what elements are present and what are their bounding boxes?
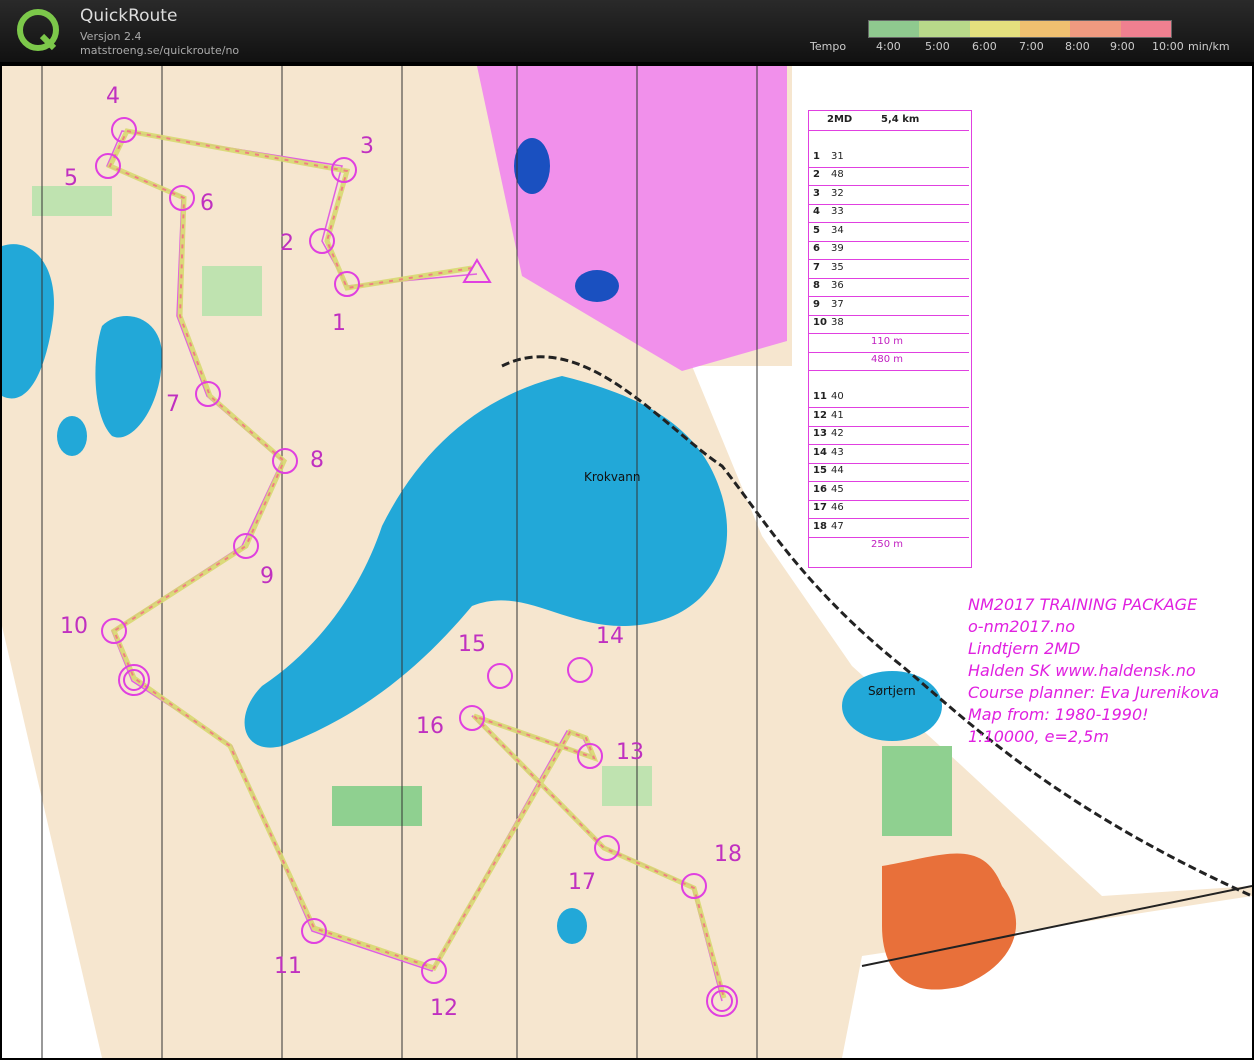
map-canvas bbox=[2, 66, 1252, 1058]
tempo-color-segment bbox=[1120, 21, 1171, 37]
desc-row: 1 31 bbox=[809, 148, 969, 168]
info-line: Lindtjern 2MD bbox=[968, 639, 1081, 658]
tempo-tick: 4:00 bbox=[876, 40, 901, 53]
info-line: NM2017 TRAINING PACKAGE bbox=[968, 595, 1198, 614]
desc-row: 14 43 bbox=[809, 444, 969, 464]
desc-row: 10 38 bbox=[809, 314, 969, 334]
tempo-unit: min/km bbox=[1188, 40, 1230, 53]
info-line: Map from: 1980-1990! bbox=[968, 705, 1149, 724]
control-label: 6 bbox=[200, 191, 214, 216]
app-header: QuickRoute Versjon 2.4 matstroeng.se/qui… bbox=[0, 0, 1254, 62]
info-line: o-nm2017.no bbox=[968, 617, 1076, 636]
desc-row: 7 35 bbox=[809, 259, 969, 279]
app-url[interactable]: matstroeng.se/quickroute/no bbox=[80, 44, 239, 57]
desc-header: 2MD 5,4 km bbox=[809, 111, 969, 131]
control-label: 11 bbox=[274, 954, 302, 979]
control-label: 18 bbox=[714, 842, 742, 867]
tempo-color-segment bbox=[1070, 21, 1121, 37]
control-label: 4 bbox=[106, 84, 120, 109]
desc-leg: 250 m bbox=[871, 539, 904, 550]
control-label: 14 bbox=[596, 624, 624, 649]
desc-row: 13 42 bbox=[809, 425, 969, 445]
tempo-tick: 6:00 bbox=[972, 40, 997, 53]
desc-row: 11 40 bbox=[809, 388, 969, 408]
desc-row: 5 34 bbox=[809, 222, 969, 242]
desc-row: 12 41 bbox=[809, 407, 969, 427]
course-name: 2MD bbox=[827, 114, 853, 125]
tempo-tick: 7:00 bbox=[1019, 40, 1044, 53]
control-label: 9 bbox=[260, 564, 274, 589]
desc-leg: 110 m bbox=[809, 333, 969, 353]
desc-row: 17 46 bbox=[809, 499, 969, 519]
tempo-color-segment bbox=[919, 21, 970, 37]
desc-row: 3 32 bbox=[809, 185, 969, 205]
course-length: 5,4 km bbox=[881, 114, 920, 125]
tempo-label: Tempo bbox=[810, 40, 847, 53]
control-label: 3 bbox=[360, 134, 374, 159]
desc-row: 16 45 bbox=[809, 481, 969, 501]
control-label: 2 bbox=[280, 231, 294, 256]
info-line: Course planner: Eva Jurenikova bbox=[968, 683, 1220, 702]
tempo-tick: 8:00 bbox=[1065, 40, 1090, 53]
control-label: 5 bbox=[64, 166, 78, 191]
app-version: Versjon 2.4 bbox=[80, 30, 142, 43]
control-label: 13 bbox=[616, 740, 644, 765]
control-label: 8 bbox=[310, 448, 324, 473]
control-label: 17 bbox=[568, 870, 596, 895]
control-label: 10 bbox=[60, 614, 88, 639]
lake-label: Sørtjern bbox=[868, 684, 916, 698]
lake-label: Krokvann bbox=[584, 470, 641, 484]
tempo-color-segment bbox=[1019, 21, 1071, 37]
desc-row: 4 33 bbox=[809, 203, 969, 223]
desc-row: 2 48 bbox=[809, 166, 969, 186]
tempo-tick: 5:00 bbox=[925, 40, 950, 53]
desc-row: 9 37 bbox=[809, 296, 969, 316]
control-label: 7 bbox=[166, 392, 180, 417]
map-info-text: NM2017 TRAINING PACKAGE o-nm2017.no Lind… bbox=[968, 594, 1219, 748]
desc-row: 6 39 bbox=[809, 240, 969, 260]
control-label: 16 bbox=[416, 714, 444, 739]
control-label: 15 bbox=[458, 632, 486, 657]
desc-row: 8 36 bbox=[809, 277, 969, 297]
orienteering-map[interactable]: 1 2 3 4 5 6 7 8 9 10 11 12 13 14 15 16 1… bbox=[2, 66, 1252, 1058]
desc-leg: 480 m bbox=[809, 351, 969, 371]
tempo-tick: 10:00 bbox=[1152, 40, 1184, 53]
desc-row: 15 44 bbox=[809, 462, 969, 482]
tempo-color-scale bbox=[868, 20, 1172, 38]
tempo-color-segment bbox=[869, 21, 920, 37]
quickroute-logo-icon bbox=[17, 9, 59, 51]
control-description-sheet: 2MD 5,4 km 1 31 2 48 3 32 4 33 5 34 6 39 7 35 8… bbox=[808, 110, 972, 568]
info-line: Halden SK www.haldensk.no bbox=[968, 661, 1196, 680]
control-label: 1 bbox=[332, 311, 346, 336]
desc-row: 18 47 bbox=[809, 518, 969, 538]
info-line: 1:10000, e=2,5m bbox=[968, 727, 1109, 746]
control-label: 12 bbox=[430, 996, 458, 1021]
app-title: QuickRoute bbox=[80, 6, 178, 26]
tempo-tick: 9:00 bbox=[1110, 40, 1135, 53]
tempo-color-segment bbox=[969, 21, 1020, 37]
